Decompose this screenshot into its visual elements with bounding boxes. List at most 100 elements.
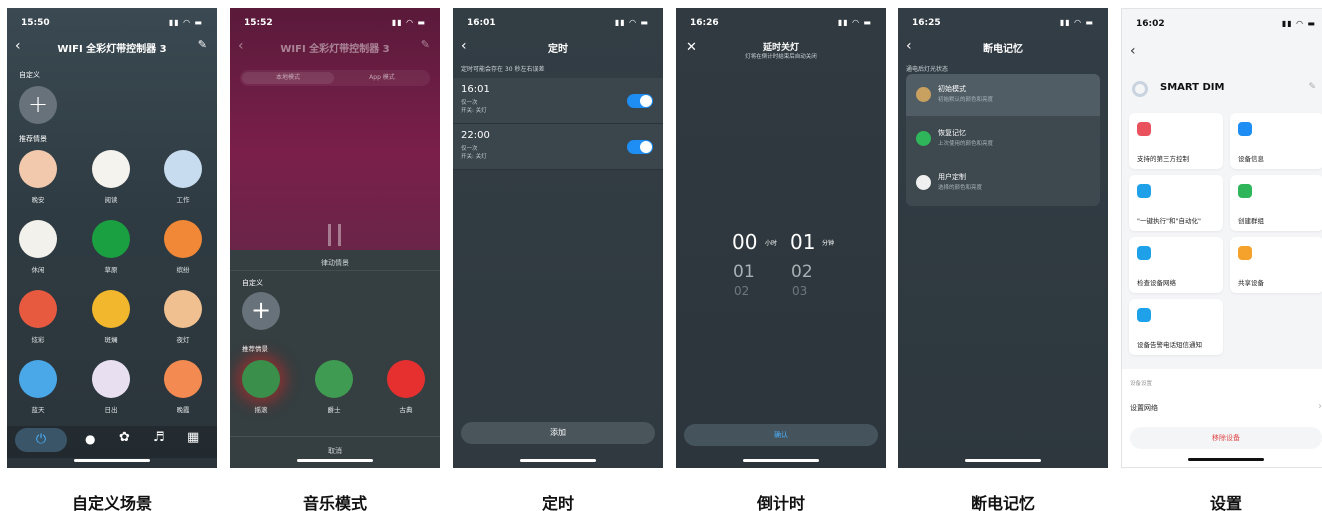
- caption-settings: 设置: [1209, 494, 1242, 511]
- settings-card[interactable]: 创建群组: [1230, 175, 1322, 231]
- settings-card[interactable]: 共享设备: [1230, 237, 1322, 293]
- option-desc: 选择的颜色和亮度: [938, 185, 983, 191]
- card-icon: [1137, 308, 1151, 322]
- edit-icon[interactable]: ✎: [1308, 82, 1316, 92]
- scene-label: 阅读: [104, 196, 118, 204]
- memory-option[interactable]: 用户定制 选择的颜色和亮度: [906, 162, 1100, 204]
- edit-icon[interactable]: ✎: [421, 38, 430, 51]
- minutes-unit: 分钟: [822, 240, 835, 247]
- tab-app-mode[interactable]: App 模式: [336, 72, 428, 84]
- custom-scene-screen: 15:50 ▮▮ ◠ ▬ ‹ WIFI 全彩灯带控制器 3 ✎ 自定义 + 推荐情…: [7, 8, 217, 468]
- scene-swatch[interactable]: [92, 150, 130, 188]
- signal-wifi-battery-icon: ▮▮ ◠ ▬: [1281, 19, 1316, 28]
- nav-bar: ‹ WIFI 全彩灯带控制器 3 ✎: [230, 38, 440, 58]
- network-settings-item[interactable]: 设置网络: [1130, 403, 1158, 413]
- pause-bar-left: [328, 224, 331, 246]
- app-screenshot-collage: 15:50 ▮▮ ◠ ▬ ‹ WIFI 全彩灯带控制器 3 ✎ 自定义 + 推荐情…: [0, 0, 1322, 511]
- scene-swatch[interactable]: [19, 220, 57, 258]
- home-indicator: [1188, 458, 1264, 461]
- scene-swatch[interactable]: [164, 150, 202, 188]
- card-label: 共享设备: [1238, 279, 1264, 287]
- settings-card[interactable]: 设备信息: [1230, 113, 1322, 169]
- card-label: 检查设备网络: [1137, 279, 1176, 287]
- bulb-tab-icon[interactable]: ●: [85, 432, 95, 446]
- music-tab-icon[interactable]: ♬: [153, 430, 165, 445]
- timer-toggle[interactable]: [627, 140, 653, 154]
- scene-label: 缤纷: [176, 266, 190, 274]
- hours-value[interactable]: 00: [732, 230, 757, 254]
- remove-device-button[interactable]: 移除设备: [1130, 427, 1322, 449]
- page-title: 断电记忆: [983, 44, 1023, 55]
- scene-swatch[interactable]: [164, 220, 202, 258]
- divider: [230, 270, 440, 271]
- edit-icon[interactable]: ✎: [198, 38, 207, 51]
- signal-wifi-battery-icon: ▮▮ ◠ ▬: [1059, 18, 1094, 27]
- status-bar: 16:02 ▮▮ ◠ ▬: [1136, 19, 1316, 31]
- music-scene-swatch[interactable]: [315, 360, 353, 398]
- minutes-next2-value[interactable]: 03: [792, 284, 807, 298]
- hours-next2-value[interactable]: 02: [734, 284, 749, 298]
- custom-section-label: 自定义: [242, 279, 263, 287]
- scene-label: 蓝天: [31, 406, 45, 414]
- scene-swatch[interactable]: [19, 290, 57, 328]
- scene-swatch[interactable]: [92, 360, 130, 398]
- minutes-value[interactable]: 01: [790, 230, 815, 254]
- scene-swatch[interactable]: [92, 220, 130, 258]
- power-icon: ⏻: [35, 432, 47, 447]
- hours-next-value[interactable]: 01: [733, 262, 755, 282]
- section-label: 通电后灯光状态: [906, 66, 949, 73]
- settings-card[interactable]: "一键执行"和"自动化": [1129, 175, 1223, 231]
- scene-swatch[interactable]: [164, 360, 202, 398]
- timer-time: 16:01: [461, 84, 490, 95]
- add-timer-button[interactable]: 添加: [461, 422, 655, 444]
- back-icon[interactable]: ‹: [1130, 43, 1136, 59]
- memory-option[interactable]: 初始模式初始默认的颜色和亮度: [906, 74, 1100, 116]
- add-custom-scene-button[interactable]: +: [19, 86, 57, 124]
- scene-swatch[interactable]: [19, 150, 57, 188]
- cancel-button[interactable]: 取消: [230, 446, 440, 456]
- grid-tab-icon[interactable]: ▦: [187, 430, 199, 445]
- card-label: 设备信息: [1238, 155, 1264, 163]
- palette-tab-icon[interactable]: ✿: [119, 430, 130, 445]
- timer-row[interactable]: 22:00 仅一次 开关: 关灯: [453, 124, 663, 170]
- add-custom-scene-button[interactable]: +: [242, 292, 280, 330]
- music-scene-swatch[interactable]: [387, 360, 425, 398]
- scene-label: 晚霞: [176, 406, 190, 414]
- mode-switch[interactable]: 本地模式 App 模式: [240, 70, 430, 86]
- home-indicator: [743, 459, 819, 462]
- memory-option[interactable]: 恢复记忆 上次使用的颜色和亮度: [906, 118, 1100, 160]
- caption-music-mode: 音乐模式: [302, 494, 367, 511]
- chevron-right-icon[interactable]: ›: [1318, 401, 1322, 412]
- confirm-button[interactable]: 确认: [684, 424, 878, 446]
- settings-card[interactable]: 设备告警电话短信通知: [1129, 299, 1223, 355]
- page-title: WIFI 全彩灯带控制器 3: [57, 44, 167, 55]
- recommend-section-label: 推荐情景: [242, 345, 268, 353]
- time-picker-selected-row[interactable]: 00 小时 01 分钟: [676, 230, 886, 254]
- option-desc: 初始默认的颜色和亮度: [938, 97, 994, 103]
- option-title: 初始模式: [938, 85, 966, 93]
- scene-label: 夜灯: [176, 336, 190, 344]
- status-time: 16:01: [467, 18, 496, 28]
- timer-action: 开关: 关灯: [461, 108, 487, 114]
- scene-label: 日出: [104, 406, 118, 414]
- minutes-next-value[interactable]: 02: [791, 262, 813, 282]
- settings-card[interactable]: 支持的第三方控制: [1129, 113, 1223, 169]
- scene-swatch[interactable]: [19, 360, 57, 398]
- timer-time: 22:00: [461, 130, 490, 141]
- settings-card[interactable]: 检查设备网络: [1129, 237, 1223, 293]
- power-tab[interactable]: ⏻: [15, 428, 67, 452]
- music-scene-swatch[interactable]: [242, 360, 280, 398]
- scene-swatch[interactable]: [164, 290, 202, 328]
- caption-timer: 定时: [541, 494, 574, 511]
- option-title: 恢复记忆: [938, 129, 966, 137]
- rhythm-sheet: 律动情景 自定义 + 推荐情景 摇滚 爵士 古典 取消: [230, 250, 440, 468]
- timer-note: 定时可能会存在 30 秒左右误差: [461, 66, 545, 73]
- timer-toggle[interactable]: [627, 94, 653, 108]
- timer-row[interactable]: 16:01 仅一次 开关: 关灯: [453, 78, 663, 124]
- power-memory-screen: 16:25 ▮▮ ◠ ▬ ‹ 断电记忆 通电后灯光状态 初始模式 初始默认的颜色和亮…: [898, 8, 1108, 468]
- tab-local-mode[interactable]: 本地模式: [242, 72, 334, 84]
- status-bar: 16:26 ▮▮ ◠ ▬: [690, 18, 872, 30]
- scene-swatch[interactable]: [92, 290, 130, 328]
- status-bar: 16:01 ▮▮ ◠ ▬: [467, 18, 649, 30]
- caption-countdown: 倒计时: [756, 494, 805, 511]
